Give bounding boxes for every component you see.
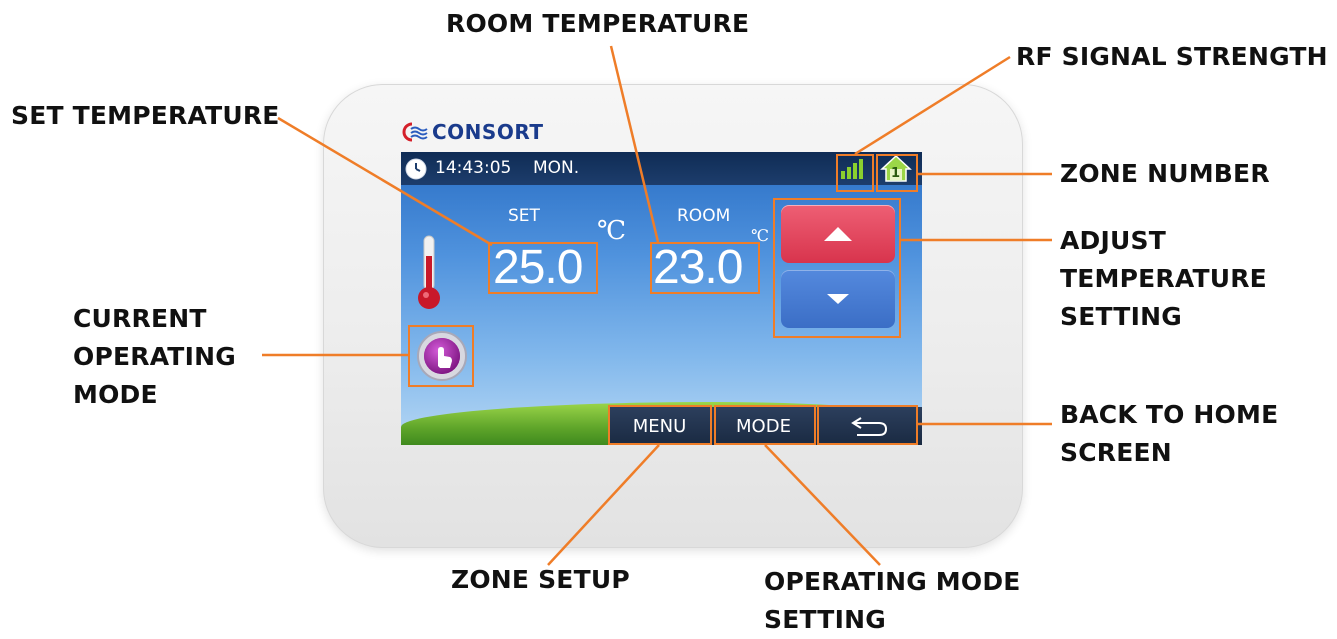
room-unit: ℃: [751, 226, 769, 245]
day-of-week: MON.: [533, 158, 580, 178]
operating-mode-button[interactable]: [416, 330, 468, 382]
callout-rf-signal-strength: RF SIGNAL STRENGTH: [1016, 42, 1328, 71]
room-label: ROOM: [677, 206, 731, 226]
status-bar: 14:43:05 MON. 1: [401, 152, 922, 185]
callout-mode-line1: CURRENT: [73, 304, 207, 333]
callout-mode-line3: MODE: [73, 380, 158, 409]
set-unit: ℃: [597, 216, 627, 246]
callout-adjust-line1: ADJUST: [1060, 226, 1166, 255]
callout-back-line1: BACK TO HOME: [1060, 400, 1279, 429]
consort-logo: CONSORT: [402, 118, 543, 146]
arrow-down-icon: [827, 294, 849, 304]
back-home-button[interactable]: [816, 407, 922, 445]
brand-name: CONSORT: [432, 120, 544, 144]
touch-screen: 14:43:05 MON. 1 SET ℃ 25.0 ROOM ℃ 23.0 M…: [401, 152, 922, 445]
callout-opmode-line1: OPERATING MODE: [764, 567, 1021, 596]
callout-back-line2: SCREEN: [1060, 438, 1172, 467]
zone-number: 1: [891, 166, 901, 181]
return-arrow-icon: [851, 417, 888, 436]
bottom-nav-bar: MENU MODE: [608, 407, 922, 445]
temperature-down-button[interactable]: [781, 270, 895, 328]
callout-operating-mode-setting: OPERATING MODE SETTING: [764, 563, 1021, 639]
clock-time: 14:43:05: [435, 158, 512, 178]
signal-strength-icon: [841, 159, 863, 179]
callout-adjust-line3: SETTING: [1060, 302, 1182, 331]
zone-house-icon: 1: [880, 154, 912, 183]
callout-adjust-line2: TEMPERATURE: [1060, 264, 1267, 293]
menu-button[interactable]: MENU: [608, 407, 712, 445]
set-label: SET: [508, 206, 540, 226]
room-temperature-value: 23.0: [653, 241, 743, 294]
callout-room-temperature: ROOM TEMPERATURE: [446, 9, 750, 38]
mode-button[interactable]: MODE: [712, 407, 816, 445]
callout-zone-setup: ZONE SETUP: [451, 565, 630, 594]
arrow-up-icon: [824, 227, 852, 241]
callout-mode-line2: OPERATING: [73, 342, 236, 371]
consort-logo-icon: [402, 122, 428, 142]
callout-set-temperature: SET TEMPERATURE: [11, 101, 280, 130]
set-temperature-value: 25.0: [493, 241, 583, 294]
callout-current-operating-mode: CURRENT OPERATING MODE: [73, 300, 236, 414]
thermometer-icon: [418, 235, 440, 309]
callout-back-to-home: BACK TO HOME SCREEN: [1060, 396, 1278, 472]
callout-opmode-line2: SETTING: [764, 605, 886, 634]
clock-icon: [405, 158, 427, 180]
callout-adjust-temperature: ADJUST TEMPERATURE SETTING: [1060, 222, 1267, 336]
temperature-up-button[interactable]: [781, 205, 895, 263]
callout-zone-number: ZONE NUMBER: [1060, 159, 1270, 188]
